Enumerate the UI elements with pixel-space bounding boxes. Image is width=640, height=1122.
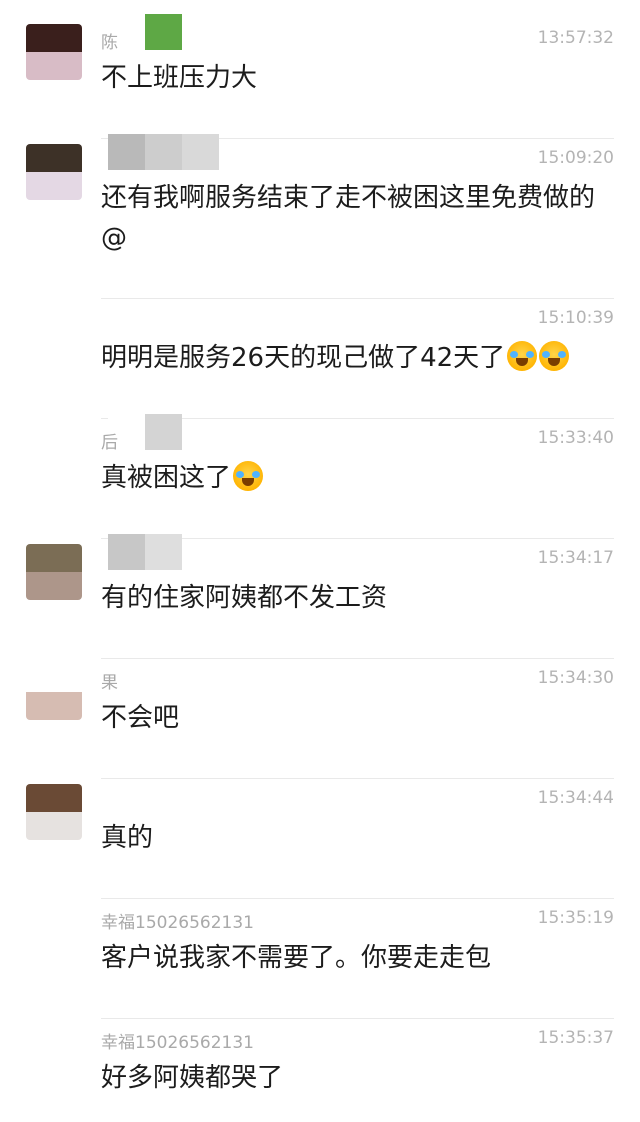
message-text-content: 还有我啊服务结束了走不被困这里免费做的@ xyxy=(101,183,596,253)
message-timestamp: 15:35:37 xyxy=(537,1028,614,1048)
avatar[interactable] xyxy=(26,144,82,200)
message-text[interactable]: 好多阿姨都哭了 xyxy=(101,1058,611,1098)
chat-message[interactable]: 15:34:44 真的 xyxy=(0,780,640,900)
chat-message[interactable]: 陈 13:57:32 不上班压力大 xyxy=(0,14,640,140)
sender-name-mosaic xyxy=(108,534,182,570)
sender-name[interactable]: 幸福15026562131 xyxy=(101,908,254,933)
message-timestamp: 15:35:19 xyxy=(537,908,614,928)
message-text[interactable]: 不上班压力大 xyxy=(101,58,611,98)
message-divider xyxy=(101,778,614,779)
sender-name[interactable]: 幸福15026562131 xyxy=(101,1028,254,1053)
message-timestamp: 15:33:40 xyxy=(537,428,614,448)
message-text[interactable]: 客户说我家不需要了。你要走走包 xyxy=(101,938,611,978)
message-divider xyxy=(101,1018,614,1019)
message-text[interactable]: 还有我啊服务结束了走不被困这里免费做的@ xyxy=(101,178,611,258)
message-timestamp: 15:34:30 xyxy=(537,668,614,688)
message-divider xyxy=(101,898,614,899)
message-divider xyxy=(101,658,614,659)
message-text-content: 不会吧 xyxy=(101,703,180,733)
face-with-tears-of-joy-icon xyxy=(507,341,538,371)
message-text[interactable]: 明明是服务26天的现己做了42天了 xyxy=(101,338,611,378)
sender-name-mosaic xyxy=(108,134,219,170)
message-text-content: 不上班压力大 xyxy=(101,63,258,93)
sender-name-mosaic xyxy=(108,414,182,450)
avatar[interactable] xyxy=(26,544,82,600)
chat-message[interactable]: 15:10:39 明明是服务26天的现己做了42天了 xyxy=(0,300,640,420)
chat-message[interactable]: 果 15:34:30 不会吧 xyxy=(0,660,640,780)
chat-message[interactable]: 15:09:20 还有我啊服务结束了走不被困这里免费做的@ xyxy=(0,134,640,300)
message-text-content: 好多阿姨都哭了 xyxy=(101,1063,284,1093)
message-text-content: 有的住家阿姨都不发工资 xyxy=(101,583,388,613)
sender-name[interactable]: 果 xyxy=(101,668,118,693)
sender-name-mosaic xyxy=(108,14,182,50)
avatar[interactable] xyxy=(26,784,82,840)
chat-message[interactable]: 15:34:17 有的住家阿姨都不发工资 xyxy=(0,534,640,660)
sender-name[interactable]: 后 xyxy=(101,428,118,453)
message-text[interactable]: 有的住家阿姨都不发工资 xyxy=(101,578,611,618)
message-timestamp: 15:34:17 xyxy=(537,548,614,568)
message-text-content: 明明是服务26天的现己做了42天了 xyxy=(101,343,506,373)
message-text[interactable]: 真被困这了 xyxy=(101,458,611,498)
sender-name[interactable]: 陈 xyxy=(101,28,118,53)
avatar[interactable] xyxy=(26,664,82,720)
chat-message[interactable]: 幸福15026562131 15:35:37 好多阿姨都哭了 xyxy=(0,1020,640,1122)
message-timestamp: 15:09:20 xyxy=(537,148,614,168)
message-text[interactable]: 不会吧 xyxy=(101,698,611,738)
message-timestamp: 13:57:32 xyxy=(537,28,614,48)
message-text-content: 真的 xyxy=(101,823,154,853)
face-with-tears-of-joy-icon xyxy=(233,461,264,491)
avatar[interactable] xyxy=(26,24,82,80)
message-timestamp: 15:10:39 xyxy=(537,308,614,328)
face-with-tears-of-joy-icon xyxy=(539,341,570,371)
chat-message[interactable]: 后 15:33:40 真被困这了 xyxy=(0,414,640,540)
message-divider xyxy=(101,298,614,299)
message-text-content: 客户说我家不需要了。你要走走包 xyxy=(101,943,492,973)
message-text[interactable]: 真的 xyxy=(101,818,611,858)
chat-message[interactable]: 幸福15026562131 15:35:19 客户说我家不需要了。你要走走包 xyxy=(0,900,640,1020)
message-text-content: 真被困这了 xyxy=(101,463,232,493)
message-timestamp: 15:34:44 xyxy=(537,788,614,808)
